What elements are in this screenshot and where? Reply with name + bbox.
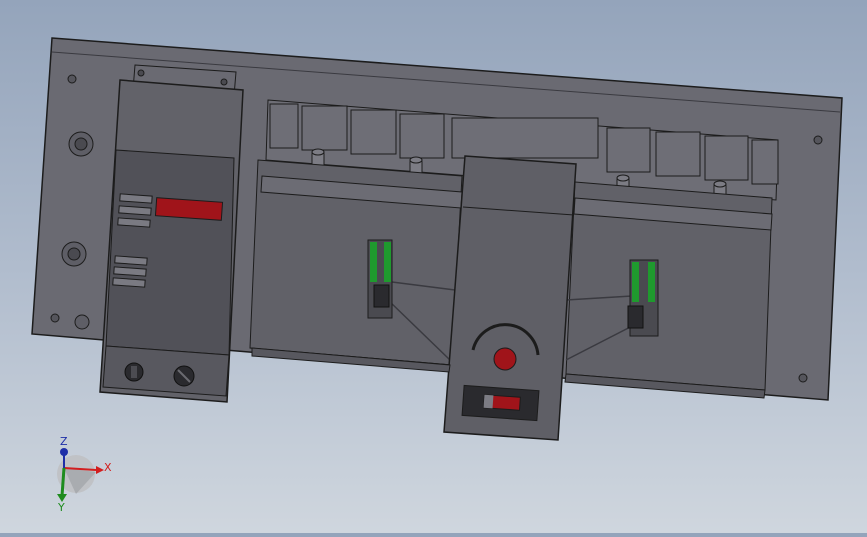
mounting-hole: [813, 135, 823, 145]
green-slider-right[interactable]: [627, 259, 659, 337]
switch-housing-right: [565, 181, 773, 391]
cad-viewport[interactable]: X Z Y: [0, 0, 867, 533]
slotted-knob-icon[interactable]: [124, 362, 144, 382]
mounting-hole: [50, 313, 60, 323]
cad-model-view: X Z Y: [31, 37, 843, 514]
y-axis-line: [60, 467, 66, 497]
center-actuator[interactable]: [443, 155, 577, 441]
mounting-hole: [67, 74, 77, 84]
switch-housing-left: [249, 159, 463, 366]
green-slider-left[interactable]: [367, 239, 393, 319]
x-axis-arrow: [96, 466, 104, 474]
rotary-knob-icon[interactable]: [173, 365, 195, 387]
mounting-hole: [798, 373, 808, 383]
coordinate-triad: X Z Y: [57, 435, 112, 514]
button-cluster-lower[interactable]: [112, 255, 148, 288]
y-axis-label: Y: [57, 501, 65, 514]
z-axis-label: Z: [60, 435, 68, 448]
z-axis-arrow: [60, 448, 68, 456]
x-axis-label: X: [104, 461, 112, 474]
button-cluster-upper[interactable]: [117, 193, 153, 228]
red-indicator-icon: [493, 347, 517, 371]
mount-boss: [74, 314, 90, 330]
controller-module[interactable]: [99, 64, 244, 403]
